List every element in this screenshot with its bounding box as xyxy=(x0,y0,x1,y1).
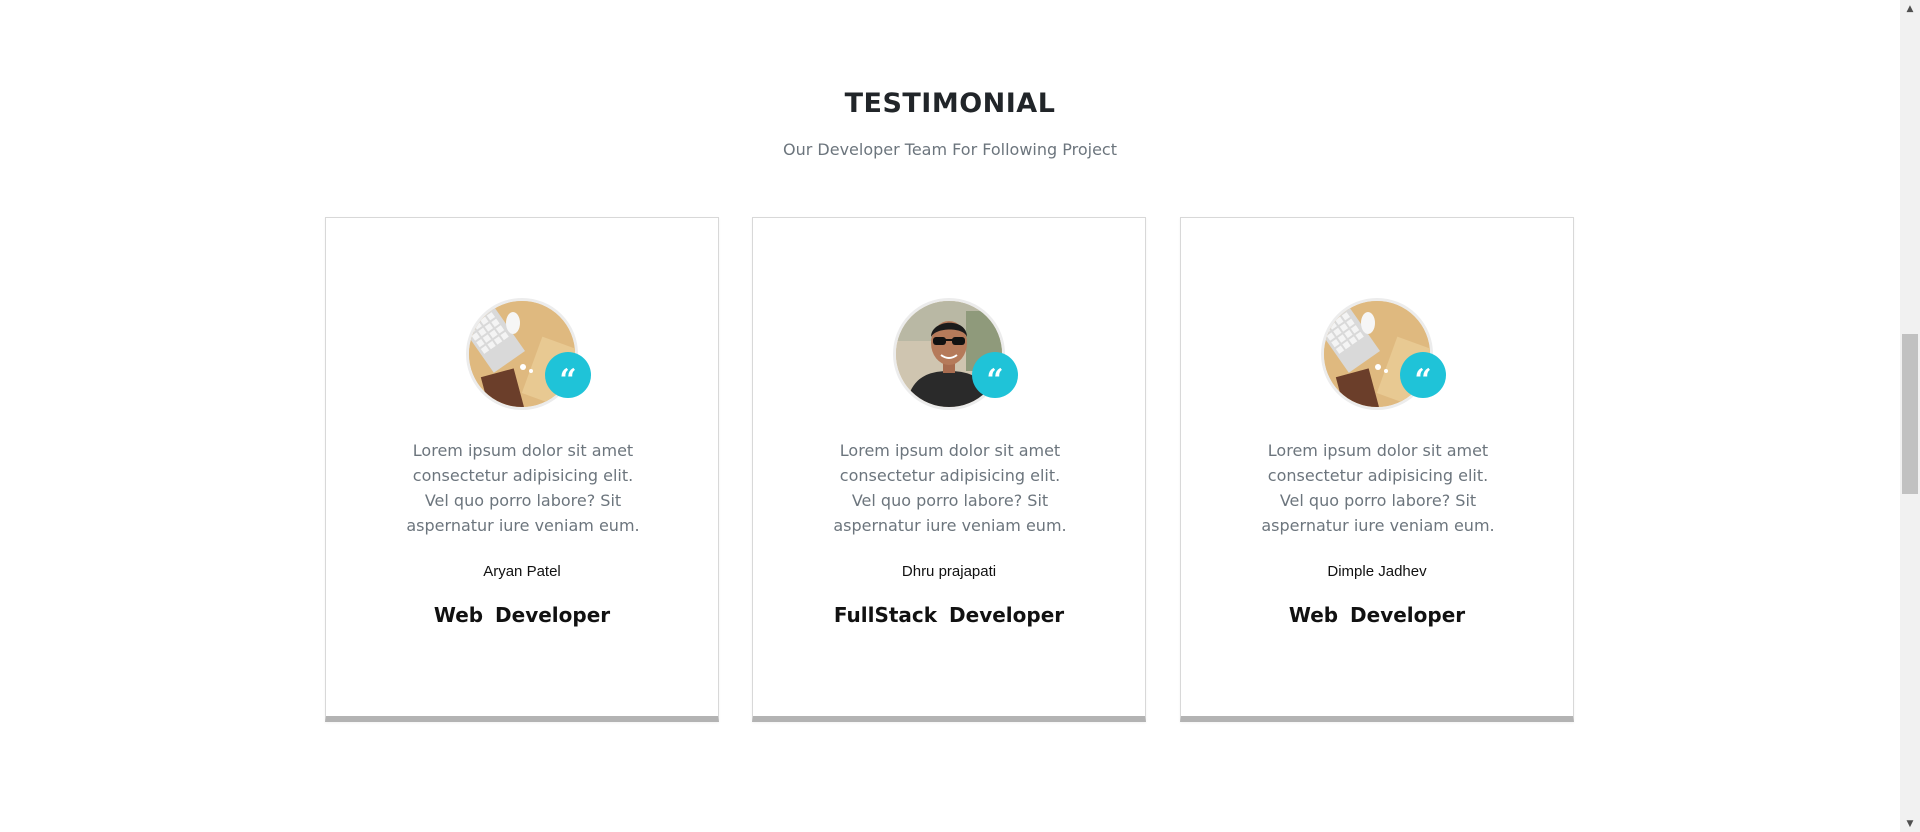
person-role: Web Developer xyxy=(1288,603,1466,627)
testimonial-card: “ Lorem ipsum dolor sit amet consectetur… xyxy=(325,217,719,722)
person-role: FullStack Developer xyxy=(833,603,1065,627)
page: TESTIMONIAL Our Developer Team For Follo… xyxy=(0,0,1900,832)
testimonial-quote: Lorem ipsum dolor sit amet consectetur a… xyxy=(833,441,1067,535)
person-name: Dhru prajapati xyxy=(901,563,997,580)
avatar-wrapper: “ xyxy=(893,298,1018,410)
person-role: Web Developer xyxy=(433,603,611,627)
section-title: TESTIMONIAL xyxy=(844,88,1056,119)
person-name: Aryan Patel xyxy=(483,563,561,580)
quote-icon: “ xyxy=(972,352,1018,398)
quote-icon: “ xyxy=(545,352,591,398)
testimonial-card: “ Lorem ipsum dolor sit amet consectetur… xyxy=(1180,217,1574,722)
vertical-scrollbar[interactable]: ▲ ▼ xyxy=(1900,0,1920,832)
quote-icon: “ xyxy=(1400,352,1446,398)
scroll-up-arrow-icon[interactable]: ▲ xyxy=(1900,0,1920,17)
testimonial-quote: Lorem ipsum dolor sit amet consectetur a… xyxy=(1261,441,1495,535)
testimonial-quote: Lorem ipsum dolor sit amet consectetur a… xyxy=(406,441,640,535)
testimonial-cards: “ Lorem ipsum dolor sit amet consectetur… xyxy=(325,217,1574,722)
scrollbar-thumb[interactable] xyxy=(1902,334,1918,494)
person-name: Dimple Jadhev xyxy=(1327,563,1427,580)
avatar-wrapper: “ xyxy=(466,298,591,410)
section-subtitle: Our Developer Team For Following Project xyxy=(783,140,1117,159)
testimonial-card: “ Lorem ipsum dolor sit amet consectetur… xyxy=(752,217,1146,722)
avatar-wrapper: “ xyxy=(1321,298,1446,410)
scroll-down-arrow-icon[interactable]: ▼ xyxy=(1900,815,1920,832)
